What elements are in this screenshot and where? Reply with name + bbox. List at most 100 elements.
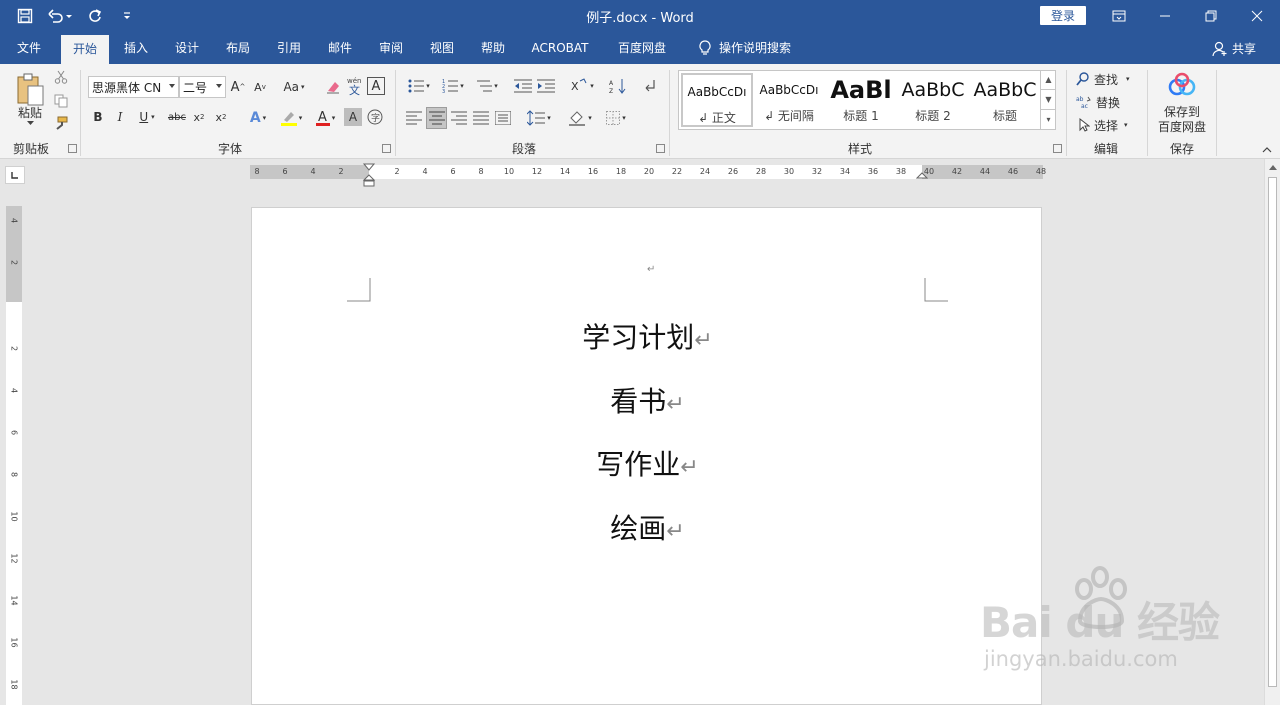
phonetic-guide-icon[interactable]: wén 文 [345,75,365,97]
font-dialog-launcher-icon[interactable] [382,144,391,153]
gallery-up-icon[interactable]: ▲ [1041,70,1056,90]
italic-icon[interactable]: I [112,108,128,126]
strikethrough-icon[interactable]: abc [166,108,188,126]
distributed-icon[interactable] [493,108,513,128]
ribbon-display-options-icon[interactable] [1096,0,1142,32]
tab-review[interactable]: 审阅 [369,32,413,64]
shrink-font-icon[interactable]: Av [251,77,269,97]
align-center-icon[interactable] [426,107,447,129]
format-painter-icon[interactable] [52,114,70,132]
paste-dropdown-icon[interactable] [24,119,36,127]
highlight-color-icon[interactable]: ▾ [276,108,306,128]
align-right-icon[interactable] [449,108,469,128]
tab-help[interactable]: 帮助 [471,32,515,64]
multilevel-list-icon[interactable]: ▾ [472,76,502,96]
clipboard-dialog-launcher-icon[interactable] [68,144,77,153]
paragraph-dialog-launcher-icon[interactable] [656,144,665,153]
horizontal-ruler[interactable]: 8 6 4 2 2 4 6 8 10 12 14 16 18 20 22 24 26 28 30 32 34 36 38 40… [250,163,1046,187]
baidu-netdisk-icon[interactable] [1166,72,1198,98]
ruler-tick-label: 2 [9,345,19,352]
font-color-icon[interactable]: A ▾ [310,108,340,128]
chinese-layout-icon[interactable]: X ▾ [566,76,598,96]
gallery-more-icon[interactable]: ▾ [1041,110,1056,130]
styles-dialog-launcher-icon[interactable] [1053,144,1062,153]
tab-home[interactable]: 开始 [61,35,109,64]
cut-icon[interactable] [52,68,70,86]
save-to-netdisk-label-2[interactable]: 百度网盘 [1152,119,1212,134]
copy-icon[interactable] [52,92,70,110]
document-paragraph[interactable]: 学习计划↵ [252,316,1043,356]
tab-layout[interactable]: 布局 [216,32,260,64]
paragraph-shading-icon[interactable]: ▾ [564,108,596,128]
character-shading-icon[interactable]: A [344,108,362,126]
tab-selector-icon[interactable] [5,166,25,184]
character-border-icon[interactable]: A [367,77,385,95]
line-spacing-icon[interactable]: ▾ [524,108,554,128]
justify-icon[interactable] [471,108,491,128]
paste-label[interactable]: 粘贴 [12,104,48,120]
font-size-combo[interactable]: 二号 [179,76,226,98]
scroll-up-icon[interactable] [1269,165,1277,170]
document-paragraph[interactable]: 写作业↵ [252,443,1043,483]
numbering-icon[interactable]: 1 2 3 ▾ [438,76,468,96]
bold-icon[interactable]: B [90,108,106,126]
ruler-tick-label: 30 [783,167,795,176]
style-title[interactable]: AaBbC 标题 [969,73,1041,127]
show-hide-marks-icon[interactable] [640,76,660,96]
document-page[interactable]: ↵ 学习计划↵ 看书↵ 写作业↵ 绘画↵ [251,207,1042,705]
tab-view[interactable]: 视图 [420,32,464,64]
find-button[interactable]: 查找 ▾ [1076,70,1140,88]
sort-icon[interactable]: AZ [607,76,629,96]
ruler-tick-label: 14 [9,595,19,606]
bullets-icon[interactable]: ▾ [404,76,434,96]
tab-acrobat[interactable]: ACROBAT [524,32,596,64]
ruler-tick-label: 38 [895,167,907,176]
restore-icon[interactable] [1188,0,1234,32]
style-heading-2[interactable]: AaBbC 标题 2 [897,73,969,127]
gallery-down-icon[interactable]: ▼ [1041,90,1056,110]
indent-markers-icon[interactable] [363,163,375,187]
tab-design[interactable]: 设计 [165,32,209,64]
tab-references[interactable]: 引用 [267,32,311,64]
tab-insert[interactable]: 插入 [114,32,158,64]
vertical-ruler[interactable]: 4 2 2 4 6 8 10 12 14 16 18 [6,206,22,705]
enclose-characters-icon[interactable]: 字 [366,108,384,126]
style-normal[interactable]: AaBbCcDı ↲ 正文 [681,73,753,127]
group-separator [80,70,81,156]
select-button[interactable]: 选择 ▾ [1076,116,1140,134]
scrollbar-thumb[interactable] [1268,177,1277,687]
document-paragraph[interactable]: 看书↵ [252,380,1043,420]
paragraph-mark: ↵ [666,519,685,544]
svg-text:A: A [318,110,327,125]
vertical-scrollbar[interactable] [1264,159,1280,705]
superscript-icon[interactable]: x2 [212,108,230,126]
login-button[interactable]: 登录 [1040,6,1086,25]
close-icon[interactable] [1234,0,1280,32]
font-name-value: 思源黑体 CN [92,80,162,95]
tab-file[interactable]: 文件 [4,32,54,64]
minimize-icon[interactable] [1142,0,1188,32]
style-no-spacing[interactable]: AaBbCcDı ↲ 无间隔 [753,73,825,127]
align-left-icon[interactable] [404,108,424,128]
document-paragraph[interactable]: 绘画↵ [252,507,1043,547]
text-effects-icon[interactable]: A ▾ [244,108,272,128]
decrease-indent-icon[interactable] [512,76,534,96]
save-to-netdisk-label-1[interactable]: 保存到 [1152,104,1212,119]
underline-icon[interactable]: U ▾ [134,108,160,126]
replace-button[interactable]: ab ac 替换 [1076,93,1140,111]
clear-formatting-icon[interactable] [323,77,343,97]
grow-font-icon[interactable]: A ^ [229,77,247,97]
tell-me-search[interactable]: 操作说明搜索 [690,32,800,64]
collapse-ribbon-icon[interactable] [1260,144,1274,156]
font-name-combo[interactable]: 思源黑体 CN [88,76,179,98]
increase-indent-icon[interactable] [535,76,557,96]
borders-icon[interactable]: ▾ [600,108,632,128]
ruler-tick-label: 6 [9,429,19,436]
subscript-icon[interactable]: x2 [190,108,208,126]
style-heading-1[interactable]: AaBl 标题 1 [825,73,897,127]
tab-baidu-netdisk[interactable]: 百度网盘 [606,32,678,64]
tab-mailings[interactable]: 邮件 [318,32,362,64]
paragraph-group-label: 段落 [511,142,536,156]
share-button[interactable]: 共享 [1212,40,1256,57]
change-case-button[interactable]: Aa ▾ [279,77,309,97]
